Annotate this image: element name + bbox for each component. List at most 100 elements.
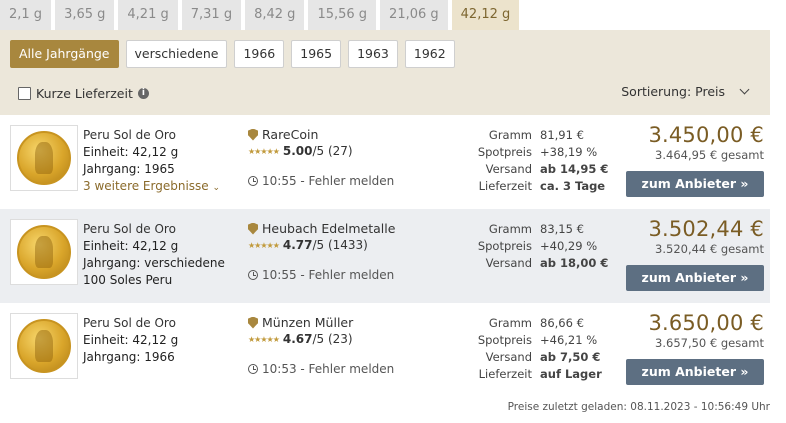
- price-box: 3.650,00 €3.657,50 € gesamt: [624, 311, 764, 350]
- info-icon[interactable]: i: [137, 88, 149, 99]
- spec-row: Versand ab 18,00 €: [470, 255, 609, 272]
- update-time: 10:55 - Fehler melden: [262, 174, 395, 188]
- dealer-rating: ★★★★★ 4.77/5 (1433): [248, 238, 395, 252]
- product-image[interactable]: [10, 125, 78, 191]
- offer-row: Peru Sol de Oro Einheit: 42,12 g Jahrgang:…: [0, 209, 770, 303]
- coin-image: [17, 319, 71, 373]
- spec-key: Spotpreis: [477, 145, 532, 159]
- spec-value: 81,91 €: [540, 128, 584, 142]
- dealer-name: Münzen Müller: [262, 315, 354, 330]
- spec-key: Spotpreis: [477, 239, 532, 253]
- product-extra: 100 Soles Peru: [83, 273, 173, 287]
- product-year: Jahrgang: verschiedene: [83, 256, 225, 270]
- clock-icon: [248, 270, 258, 280]
- offer-price: 3.450,00 €: [648, 123, 764, 147]
- rating-suffix: /5 (27): [312, 144, 353, 158]
- coin-image: [17, 225, 71, 279]
- product-name[interactable]: Peru Sol de Oro: [83, 315, 178, 332]
- year-button[interactable]: 1965: [291, 40, 342, 68]
- product-image[interactable]: [10, 219, 78, 285]
- product-info: Peru Sol de Oro Einheit: 42,12 g Jahrgang:…: [83, 315, 178, 366]
- offer-total: 3.520,44 € gesamt: [655, 242, 764, 256]
- spec-key: Versand: [485, 162, 532, 176]
- dealer-name-link[interactable]: Heubach Edelmetalle: [248, 221, 395, 236]
- more-results-link[interactable]: 3 weitere Ergebnisse ⌄: [83, 178, 220, 197]
- chevron-down-icon: [739, 84, 750, 95]
- weight-tab[interactable]: 15,56 g: [308, 0, 377, 30]
- sort-dropdown[interactable]: Sortierung: Preis: [621, 84, 752, 99]
- dealer-rating: ★★★★★ 5.00/5 (27): [248, 144, 353, 158]
- weight-tab-active[interactable]: 42,12 g: [451, 0, 520, 30]
- spec-key: Gramm: [488, 222, 532, 236]
- dealer-name-link[interactable]: RareCoin: [248, 127, 353, 142]
- weight-tab[interactable]: 3,65 g: [55, 0, 115, 30]
- verified-shield-icon: [248, 222, 258, 235]
- spec-value: auf Lager: [540, 367, 602, 381]
- year-button[interactable]: 1962: [404, 40, 455, 68]
- spec-row: Lieferzeit ca. 3 Tage: [470, 178, 608, 195]
- spec-value: +46,21 %: [540, 333, 598, 347]
- spec-value: ca. 3 Tage: [540, 179, 606, 193]
- product-unit: Einheit: 42,12 g: [83, 145, 179, 159]
- fast-delivery-filter: Kurze Lieferzeit i: [18, 86, 149, 101]
- offer-row: Peru Sol de Oro Einheit: 42,12 g Jahrgang:…: [0, 303, 770, 397]
- product-name[interactable]: Peru Sol de Oro: [83, 127, 220, 144]
- year-button[interactable]: 1966: [234, 40, 285, 68]
- product-name[interactable]: Peru Sol de Oro: [83, 221, 225, 238]
- price-box: 3.450,00 €3.464,95 € gesamt: [624, 123, 764, 162]
- to-dealer-button[interactable]: zum Anbieter »: [626, 171, 764, 197]
- rating-stars-icon: ★★★★★: [248, 334, 280, 344]
- product-year: Jahrgang: 1965: [83, 162, 175, 176]
- rating-score: 5.00: [282, 144, 313, 158]
- dealer-rating: ★★★★★ 4.67/5 (23): [248, 332, 353, 346]
- to-dealer-button[interactable]: zum Anbieter »: [626, 359, 764, 385]
- year-button[interactable]: verschiedene: [125, 40, 228, 68]
- offer-total: 3.657,50 € gesamt: [655, 336, 764, 350]
- spec-row: Gramm 86,66 €: [470, 315, 602, 332]
- offer-total: 3.464,95 € gesamt: [655, 148, 764, 162]
- sort-label: Sortierung: Preis: [621, 84, 725, 99]
- spec-row: Spotpreis +38,19 %: [470, 144, 608, 161]
- rating-stars-icon: ★★★★★: [248, 240, 280, 250]
- spec-value: ab 14,95 €: [540, 162, 609, 176]
- spec-row: Versand ab 14,95 €: [470, 161, 609, 178]
- update-time: 10:53 - Fehler melden: [262, 362, 395, 376]
- fast-delivery-label[interactable]: Kurze Lieferzeit: [36, 86, 133, 101]
- spec-row: Lieferzeit auf Lager: [470, 366, 602, 383]
- spec-key: Lieferzeit: [478, 179, 532, 193]
- fast-delivery-checkbox[interactable]: [18, 87, 31, 100]
- offer-specs: Gramm 86,66 € Spotpreis +46,21 % Versand ab 7…: [470, 315, 602, 383]
- year-button[interactable]: 1963: [348, 40, 398, 68]
- offer-specs: Gramm 81,91 € Spotpreis +38,19 % Versand ab 1…: [470, 127, 609, 195]
- dealer-name-link[interactable]: Münzen Müller: [248, 315, 353, 330]
- spec-key: Spotpreis: [477, 333, 532, 347]
- dealer-name: Heubach Edelmetalle: [262, 221, 396, 236]
- weight-tab[interactable]: 21,06 g: [380, 0, 448, 30]
- spec-row: Gramm 83,15 €: [470, 221, 608, 238]
- spec-value: ab 7,50 €: [540, 350, 601, 364]
- product-unit: Einheit: 42,12 g: [83, 333, 179, 347]
- spec-row: Spotpreis +46,21 %: [470, 332, 602, 349]
- weight-tab[interactable]: 7,31 g: [181, 0, 242, 30]
- spec-key: Versand: [485, 350, 532, 364]
- spec-key: Versand: [485, 256, 532, 270]
- spec-key: Lieferzeit: [478, 367, 532, 381]
- year-button-all[interactable]: Alle Jahrgänge: [10, 40, 119, 68]
- weight-tab[interactable]: 4,21 g: [118, 0, 178, 30]
- offer-row: Peru Sol de Oro Einheit: 42,12 g Jahrgang:…: [0, 115, 770, 209]
- to-dealer-button[interactable]: zum Anbieter »: [626, 265, 764, 291]
- spec-value: +40,29 %: [540, 239, 598, 253]
- dealer-info: Heubach Edelmetalle ★★★★★ 4.77/5 (1433): [248, 221, 395, 252]
- spec-row: Gramm 81,91 €: [470, 127, 608, 144]
- product-unit: Einheit: 42,12 g: [83, 239, 179, 253]
- product-image[interactable]: [10, 313, 78, 379]
- report-error-link[interactable]: 10:55 - Fehler melden: [248, 268, 394, 282]
- spec-key: Gramm: [488, 128, 532, 142]
- weight-tab[interactable]: 2,1 g: [0, 0, 52, 30]
- chevron-down-icon: ⌄: [212, 183, 221, 193]
- weight-tab[interactable]: 8,42 g: [245, 0, 305, 30]
- clock-icon: [248, 176, 258, 186]
- report-error-link[interactable]: 10:53 - Fehler melden: [248, 362, 394, 376]
- offer-specs: Gramm 83,15 € Spotpreis +40,29 % Versand ab 1…: [470, 221, 609, 272]
- report-error-link[interactable]: 10:55 - Fehler melden: [248, 174, 394, 188]
